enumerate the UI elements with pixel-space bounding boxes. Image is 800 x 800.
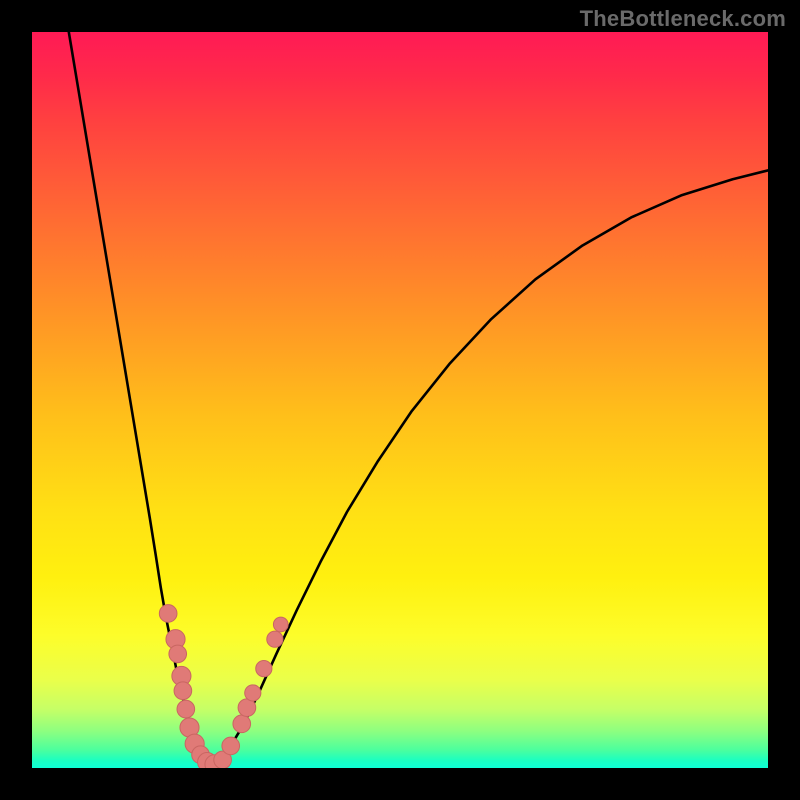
data-dot (273, 617, 288, 632)
chart-frame: TheBottleneck.com (0, 0, 800, 800)
data-dot (233, 715, 251, 733)
data-dot (222, 737, 240, 755)
data-dot (169, 645, 187, 663)
data-dot (177, 700, 195, 718)
data-dot (159, 605, 177, 623)
curve-left-branch (69, 32, 211, 767)
data-dot (267, 631, 283, 647)
chart-plot-area (32, 32, 768, 768)
chart-dots-group (159, 605, 288, 768)
data-dot (256, 661, 272, 677)
data-dot (174, 682, 192, 700)
curve-right-branch (211, 170, 768, 766)
data-dot (245, 685, 261, 701)
watermark-text: TheBottleneck.com (580, 6, 786, 32)
chart-svg (32, 32, 768, 768)
